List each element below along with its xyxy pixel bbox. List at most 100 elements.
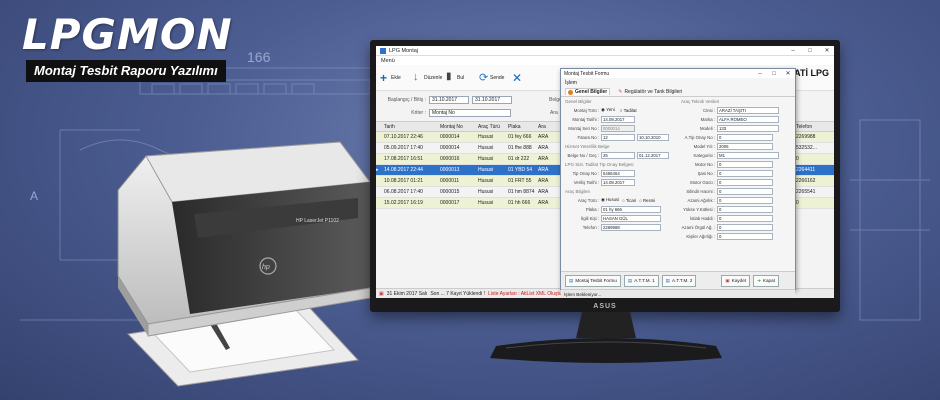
cell-no: 0000011 [440, 178, 460, 184]
doc-no-field[interactable]: 25 [601, 151, 635, 159]
col-header-date[interactable]: Tarih [382, 124, 440, 130]
tech-field[interactable]: 2006 [717, 142, 773, 150]
tab-general-label: Genel Bilgiler [575, 89, 608, 95]
montaj-dialog: Montaj Tesbit Formu – □ ✕ İşlem Genel Bi… [560, 68, 796, 298]
cell-extra: ARA [538, 178, 549, 184]
tech-field[interactable]: 0 [717, 178, 773, 186]
dialog-close-button[interactable]: ✕ [781, 70, 795, 77]
criteria-select[interactable]: Montaj No [429, 108, 511, 117]
tech-label: Motor No : [694, 161, 715, 167]
type-approval-field[interactable]: 5456464 [601, 169, 635, 177]
print-icon: ▤ [627, 277, 633, 283]
printer-image: HP LaserJet P1102 hp [117, 141, 371, 387]
cell-phone: 2266162 [796, 178, 816, 184]
tech-field[interactable]: 0 [717, 160, 773, 168]
tab-regulator[interactable]: ✎ Regülatör ve Tank Bilgileri [618, 89, 682, 95]
add-button[interactable]: + Ekle [380, 67, 410, 89]
close-dialog-button[interactable]: ➜ Kapat [753, 274, 779, 287]
blueprint-dimension-text: 166 [247, 49, 271, 65]
col-header-no[interactable]: Montaj No [440, 124, 478, 130]
montaj-form-button[interactable]: ▤ Montaj Tesbit Formu [565, 274, 621, 287]
date-start-picker[interactable]: 31.10.2017 [429, 95, 469, 104]
minimize-button[interactable]: – [786, 48, 800, 54]
tab-regulator-label: Regülatör ve Tank Bilgileri [624, 88, 683, 95]
dialog-minimize-button[interactable]: – [753, 71, 767, 77]
tech-field[interactable]: 0 [717, 223, 773, 231]
tech-field[interactable]: 0 [717, 133, 773, 141]
montaj-form-label: Montaj Tesbit Formu [575, 278, 617, 283]
attm2-button[interactable]: ▤ A.T.T.M. 2 [661, 274, 697, 287]
general-info-column: Genel Bilgiler Montaj Türü : ◉ Yeni ○ Ta… [565, 99, 677, 232]
attm1-button[interactable]: ▤ A.T.T.M. 1 [623, 274, 659, 287]
tech-field[interactable]: 133 [717, 124, 779, 132]
phone-field[interactable]: 2269988 [601, 223, 661, 231]
find-icon: ▮ [446, 70, 452, 82]
tech-label: Azami Örgül Ağ. : [681, 224, 715, 230]
radio-modify[interactable]: ○ Tadilat [620, 108, 637, 113]
radio-modify-label: Tadilat [623, 107, 637, 113]
col-header-type[interactable]: Araç Türü [478, 124, 508, 130]
cell-plate: 01 fhe 888 [508, 145, 532, 151]
tech-field[interactable]: 0 [717, 169, 773, 177]
radio-commercial[interactable]: ○ Ticari [622, 198, 636, 203]
exit-icon: ➜ [757, 277, 761, 283]
tech-field[interactable]: M1 [717, 151, 779, 159]
col-header-plate[interactable]: Plaka [508, 124, 538, 130]
dialog-maximize-button[interactable]: □ [767, 71, 781, 77]
radio-private[interactable]: ◉ Hususi [601, 197, 619, 203]
tech-field[interactable]: ARAZİ TAŞITI [717, 106, 779, 114]
find-button[interactable]: ▮ Bul [446, 67, 476, 89]
tech-field[interactable]: 0 [717, 196, 773, 204]
tech-label: Yükse Y.Kütlesi : [683, 206, 715, 212]
tech-label: İstiab Haddi : [689, 215, 715, 221]
tech-label: Cinsi : [703, 107, 715, 113]
col-header-phone[interactable]: Telefon [796, 124, 832, 130]
tech-row: Yükse Y.Kütlesi :0 [681, 205, 793, 213]
radio-official[interactable]: ○ Resmi [639, 198, 655, 203]
tech-field[interactable]: 0 [717, 187, 773, 195]
cell-extra: ARA [538, 189, 549, 195]
dialog-menu: İşlem [561, 78, 795, 87]
cell-plate: 01 fey 666 [508, 134, 532, 140]
doc-date-field[interactable]: 01.12.2017 [637, 151, 669, 159]
montaj-date-field[interactable]: 14.08.2017 [601, 115, 635, 123]
tech-field[interactable]: 0 [717, 232, 773, 240]
tech-field[interactable]: ALFA ROMEO [717, 115, 779, 123]
cell-date: 06.08.2017 17:40 [384, 189, 423, 195]
invoice-date-field[interactable]: 10.10.2010 [637, 133, 669, 141]
dialog-menu-item[interactable]: İşlem [565, 80, 577, 86]
tech-label: Silindir Hacmi : [686, 188, 715, 194]
window-title: LPG Montaj [389, 47, 419, 54]
save-button[interactable]: ▣ Kaydet [721, 274, 751, 287]
radio-new[interactable]: ◉ Yeni [601, 107, 615, 113]
col-header-extra[interactable]: Ara [538, 124, 558, 130]
tech-row: Marka : ALFA ROMEO [681, 115, 793, 123]
window-titlebar: LPG Montaj – □ ✕ [376, 46, 834, 56]
contact-field[interactable]: HASAN GÜL [601, 214, 661, 222]
status-records: Son ... 7 Kayıt Yüklendi ! [430, 290, 485, 297]
criteria-label: Kriter : [411, 109, 426, 116]
edit-button[interactable]: ↓ Düzenle [413, 67, 443, 89]
tech-field[interactable]: 0 [717, 214, 773, 222]
plate-field[interactable]: 01 hy 666 [601, 205, 661, 213]
menu-item[interactable]: Menü [381, 58, 395, 64]
tab-general[interactable]: Genel Bilgiler [565, 88, 611, 95]
maximize-button[interactable]: □ [803, 48, 817, 54]
date-end-picker[interactable]: 31.10.2017 [472, 95, 512, 104]
tech-label: Model Yılı : [693, 143, 715, 149]
radio-official-label: Resmi [642, 197, 656, 203]
cell-plate: 01 dr 222 [508, 156, 530, 162]
serial-no-field[interactable]: 0000014 [601, 124, 635, 132]
tech-row: Motor No :0 [681, 160, 793, 168]
montaj-date-label: Montaj Tarihi : [572, 116, 599, 122]
tech-label: Modeli : [699, 125, 715, 131]
add-icon: + [380, 70, 388, 85]
invoice-field[interactable]: 12 [601, 133, 635, 141]
tech-field[interactable]: 0 [717, 205, 773, 213]
issue-date-field[interactable]: 14.08.2017 [601, 178, 635, 186]
add-label: Ekle [391, 74, 401, 81]
send-button[interactable]: ⟳ Sende [479, 67, 509, 89]
close-button[interactable]: ✕ [820, 47, 834, 54]
tools-button[interactable]: ✕ [512, 67, 542, 89]
dialog-tabs: Genel Bilgiler ✎ Regülatör ve Tank Bilgil… [561, 87, 795, 97]
